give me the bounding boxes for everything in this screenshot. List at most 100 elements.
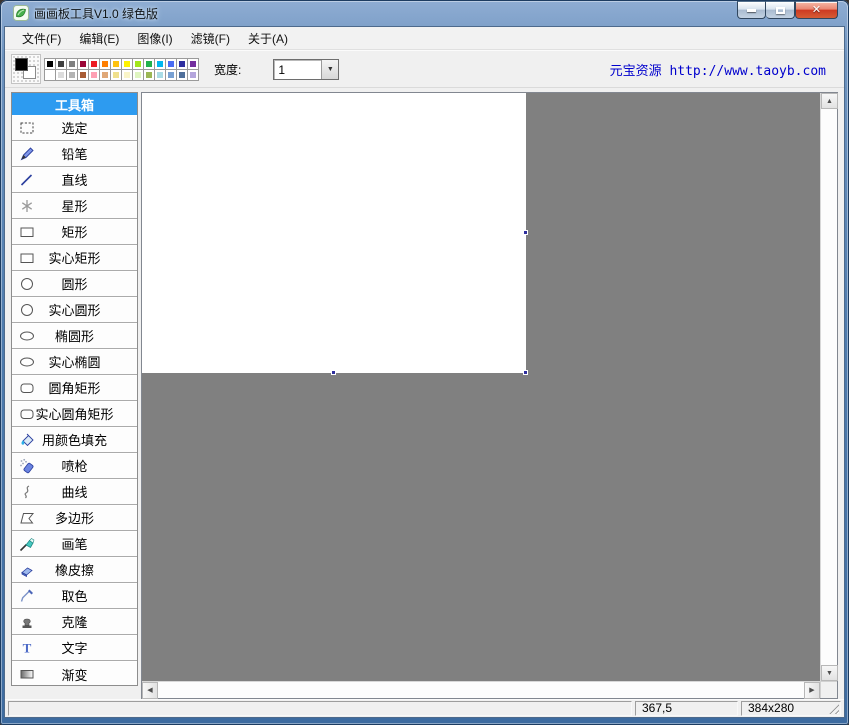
color-picker-icon — [19, 588, 35, 604]
tool-polygon[interactable]: 多边形 — [12, 505, 137, 531]
tool-filled-circle[interactable]: 实心圆形 — [12, 297, 137, 323]
canvas-viewport[interactable] — [142, 93, 820, 681]
menu-edit[interactable]: 编辑(E) — [70, 27, 128, 50]
app-icon — [13, 5, 29, 21]
tool-curve[interactable]: 曲线 — [12, 479, 137, 505]
filled-rectangle-icon — [19, 250, 35, 266]
filled-circle-icon — [19, 302, 35, 318]
color-swatch[interactable] — [89, 59, 99, 69]
caption-buttons: ✕ — [737, 1, 838, 19]
window-title: 画画板工具V1.0 绿色版 — [34, 5, 158, 22]
minimize-button[interactable] — [737, 1, 766, 19]
tool-color-picker[interactable]: 取色 — [12, 583, 137, 609]
titlebar[interactable]: 画画板工具V1.0 绿色版 ✕ — [4, 0, 845, 26]
tool-select[interactable]: 选定 — [12, 115, 137, 141]
tool-text[interactable]: T 文字 — [12, 635, 137, 661]
scroll-right-icon[interactable]: ▶ — [804, 682, 820, 699]
color-swatch[interactable] — [144, 70, 154, 80]
scroll-up-icon[interactable]: ▲ — [821, 93, 838, 109]
color-swatch[interactable] — [177, 59, 187, 69]
text-icon: T — [19, 640, 35, 656]
menu-about[interactable]: 关于(A) — [239, 27, 297, 50]
tool-fill-color[interactable]: 用颜色填充 — [12, 427, 137, 453]
tool-circle[interactable]: 圆形 — [12, 271, 137, 297]
status-message-panel — [8, 701, 632, 716]
tool-airbrush[interactable]: 喷枪 — [12, 453, 137, 479]
tool-rounded-rect[interactable]: 圆角矩形 — [12, 375, 137, 401]
color-swatch[interactable] — [188, 70, 198, 80]
color-swatch[interactable] — [166, 70, 176, 80]
tool-clone[interactable]: 克隆 — [12, 609, 137, 635]
rectangle-icon — [19, 224, 35, 240]
color-swatch[interactable] — [67, 70, 77, 80]
resize-handle-right[interactable] — [523, 230, 528, 235]
menu-file[interactable]: 文件(F) — [13, 27, 70, 50]
width-label: 宽度: — [214, 61, 241, 78]
color-swatch[interactable] — [177, 70, 187, 80]
scroll-down-icon[interactable]: ▼ — [821, 665, 838, 681]
promo-link[interactable]: 元宝资源 http://www.taoyb.com — [610, 60, 826, 79]
toolbar: 宽度: 1 ▼ 元宝资源 http://www.taoyb.com — [5, 50, 844, 88]
tool-pencil[interactable]: 铅笔 — [12, 141, 137, 167]
color-swatch[interactable] — [45, 59, 55, 69]
tool-rect[interactable]: 矩形 — [12, 219, 137, 245]
color-swatch[interactable] — [67, 59, 77, 69]
color-swatch[interactable] — [56, 70, 66, 80]
color-swatch[interactable] — [100, 59, 110, 69]
color-swatch[interactable] — [56, 59, 66, 69]
foreground-color-swatch[interactable] — [15, 58, 28, 71]
close-button[interactable]: ✕ — [795, 1, 838, 19]
menu-filter[interactable]: 滤镜(F) — [182, 27, 239, 50]
star-icon — [19, 198, 35, 214]
color-swatch[interactable] — [133, 59, 143, 69]
color-swatch[interactable] — [89, 70, 99, 80]
tool-brush[interactable]: 画笔 — [12, 531, 137, 557]
vertical-scrollbar[interactable]: ▲ ▼ — [820, 93, 837, 681]
tool-ellipse[interactable]: 椭圆形 — [12, 323, 137, 349]
canvas-document[interactable] — [142, 93, 526, 373]
color-swatch[interactable] — [155, 70, 165, 80]
width-value: 1 — [274, 60, 321, 79]
color-swatch[interactable] — [111, 70, 121, 80]
color-swatch[interactable] — [133, 70, 143, 80]
color-swatch[interactable] — [166, 59, 176, 69]
svg-text:T: T — [23, 641, 32, 656]
scrollbar-corner — [820, 681, 837, 698]
palette-row-1 — [45, 59, 198, 69]
color-swatch[interactable] — [155, 59, 165, 69]
clone-stamp-icon — [19, 614, 35, 630]
pencil-icon — [19, 146, 35, 162]
tool-filled-ellipse[interactable]: 实心椭圆 — [12, 349, 137, 375]
polygon-icon — [19, 510, 35, 526]
color-palette — [45, 59, 198, 80]
color-swatch[interactable] — [122, 70, 132, 80]
main-content: 工具箱 选定 铅笔 直线 星形 — [5, 88, 844, 699]
color-swatch[interactable] — [144, 59, 154, 69]
color-swatch[interactable] — [78, 59, 88, 69]
color-swatch[interactable] — [45, 70, 55, 80]
color-swatch[interactable] — [78, 70, 88, 80]
horizontal-scrollbar[interactable]: ◀ ▶ — [142, 681, 820, 698]
color-swatch[interactable] — [122, 59, 132, 69]
chevron-down-icon[interactable]: ▼ — [321, 60, 338, 79]
color-swatch[interactable] — [100, 70, 110, 80]
circle-icon — [19, 276, 35, 292]
resize-handle-bottom[interactable] — [331, 370, 336, 375]
tool-filled-rect[interactable]: 实心矩形 — [12, 245, 137, 271]
color-swatch[interactable] — [188, 59, 198, 69]
maximize-icon — [776, 7, 785, 14]
resize-handle-corner[interactable] — [523, 370, 528, 375]
tool-line[interactable]: 直线 — [12, 167, 137, 193]
color-swatch[interactable] — [111, 59, 121, 69]
minimize-icon — [747, 9, 756, 12]
foreground-background-color-indicator[interactable] — [11, 54, 41, 84]
maximize-button[interactable] — [766, 1, 795, 19]
menu-image[interactable]: 图像(I) — [128, 27, 181, 50]
tool-filled-rounded-rect[interactable]: 实心圆角矩形 — [12, 401, 137, 427]
tool-eraser[interactable]: 橡皮擦 — [12, 557, 137, 583]
tool-gradient[interactable]: 渐变 — [12, 661, 137, 687]
canvas-area: ▲ ▼ ◀ ▶ — [141, 92, 838, 699]
tool-star[interactable]: 星形 — [12, 193, 137, 219]
width-dropdown[interactable]: 1 ▼ — [273, 59, 339, 80]
scroll-left-icon[interactable]: ◀ — [142, 682, 158, 699]
